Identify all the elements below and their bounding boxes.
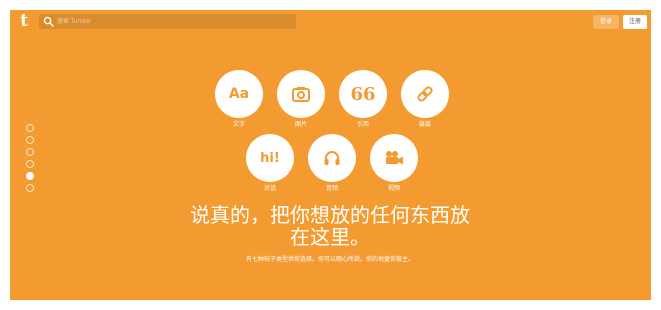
post-type-quote[interactable]: 66 引用 — [338, 70, 388, 129]
search-input[interactable] — [57, 14, 287, 29]
link-glyph — [417, 86, 433, 102]
post-type-label: 引用 — [356, 121, 369, 128]
post-type-link[interactable]: 链接 — [400, 70, 450, 129]
quote-icon[interactable]: 66 — [339, 70, 387, 118]
post-type-label: 对话 — [263, 185, 276, 192]
carousel-dot[interactable] — [26, 184, 34, 192]
post-type-audio[interactable]: 音频 — [307, 134, 357, 193]
camera-icon[interactable] — [277, 70, 325, 118]
post-type-text[interactable]: Aa 文字 — [214, 70, 264, 129]
post-type-video[interactable]: 视频 — [369, 134, 419, 193]
headline-line-2: 在这里。 — [290, 225, 370, 249]
register-button[interactable]: 注册 — [623, 15, 647, 29]
headphones-icon[interactable] — [308, 134, 356, 182]
search-icon — [43, 16, 54, 27]
video-camera-glyph — [386, 151, 403, 165]
carousel-dot[interactable] — [26, 160, 34, 168]
search-box[interactable] — [39, 14, 296, 29]
camera-glyph — [292, 87, 310, 102]
page: t 登录 注册 Aa 文字 — [10, 10, 651, 300]
post-type-label: 链接 — [418, 121, 431, 128]
headline-line-1: 说真的，把你想放的任何东西放 — [190, 203, 470, 227]
carousel-dot[interactable] — [26, 136, 34, 144]
carousel-dot-active[interactable] — [26, 172, 34, 180]
chat-icon[interactable]: hi! — [246, 134, 294, 182]
login-button[interactable]: 登录 — [593, 15, 619, 29]
subtext: 有七种帖子类型供你选择。你可以随心所欲。你的地盘你做主。 — [245, 256, 414, 263]
post-type-label: 图片 — [294, 121, 307, 128]
tumblr-logo[interactable]: t — [16, 13, 32, 30]
text-icon[interactable]: Aa — [215, 70, 263, 118]
headphones-glyph — [324, 151, 340, 165]
link-icon[interactable] — [401, 70, 449, 118]
video-camera-icon[interactable] — [370, 134, 418, 182]
post-type-chat[interactable]: hi! 对话 — [245, 134, 295, 193]
post-type-photo[interactable]: 图片 — [276, 70, 326, 129]
top-bar: t 登录 注册 — [10, 10, 651, 34]
headline: 说真的，把你想放的任何东西放 在这里。 — [130, 204, 530, 248]
carousel-dot[interactable] — [26, 124, 34, 132]
post-type-label: 视频 — [387, 185, 400, 192]
carousel-dot[interactable] — [26, 148, 34, 156]
post-type-label: 文字 — [232, 121, 245, 128]
carousel-dots — [26, 124, 34, 194]
post-type-label: 音频 — [325, 185, 338, 192]
